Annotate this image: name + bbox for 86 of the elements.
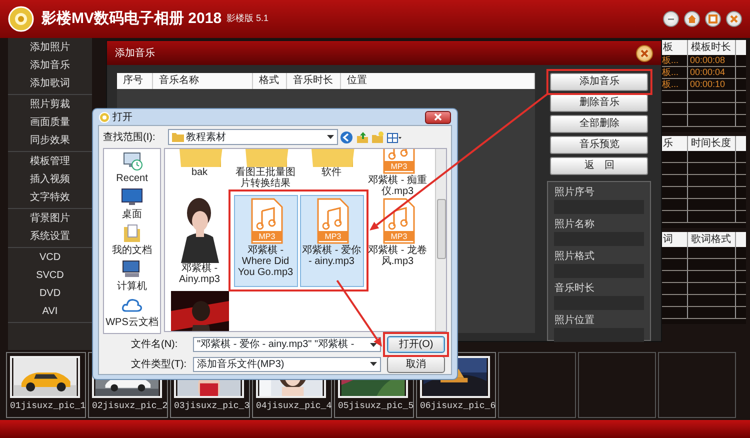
field-label: 文件类型(T): xyxy=(131,358,187,372)
app-icon xyxy=(99,112,110,122)
up-folder-icon[interactable] xyxy=(356,130,369,144)
app-title: 影楼MV数码电子相册 2018 xyxy=(42,8,222,29)
sidebar-item[interactable]: 插入视频 xyxy=(8,171,92,189)
place-item[interactable]: Recent xyxy=(104,150,160,186)
file-name-field[interactable]: "邓紫棋 - 爱你 - ainy.mp3" "邓紫棋 - xyxy=(193,337,381,352)
sidebar-item[interactable]: 模板管理 xyxy=(8,153,92,171)
table-cell: 00:00:08 xyxy=(688,55,736,66)
field-label: 文件名(N): xyxy=(131,338,179,352)
scrollbar[interactable] xyxy=(435,148,446,330)
file-item[interactable]: MP3 邓紫棋 - 龙卷风.mp3 xyxy=(366,194,430,286)
close-icon xyxy=(729,14,739,24)
file-item[interactable]: 软件 xyxy=(300,148,364,192)
column-header: 序号 xyxy=(117,73,153,89)
file-item[interactable]: bak xyxy=(168,148,232,192)
close-icon xyxy=(640,48,649,58)
dialog-title: 打开 xyxy=(112,110,132,124)
field-label: 查找范围(I): xyxy=(103,130,156,144)
column-header: 格式 xyxy=(253,73,287,89)
column-header: 时间长度 xyxy=(688,136,736,151)
place-item[interactable]: WPS云文档 xyxy=(104,294,160,330)
file-item[interactable]: 邓紫棋 - Ainy.mp3 xyxy=(168,194,232,286)
sidebar-item[interactable]: 同步效果 xyxy=(8,132,92,150)
logo-icon xyxy=(8,6,34,32)
home-button[interactable] xyxy=(684,11,700,27)
folder-icon xyxy=(172,132,184,142)
table-cell: 00:00:10 xyxy=(688,79,736,90)
close-button[interactable] xyxy=(726,11,742,27)
sidebar-item[interactable]: AVI xyxy=(8,303,92,321)
column-header: 位置 xyxy=(341,73,536,89)
thumbnail-slot[interactable] xyxy=(498,352,576,418)
file-item[interactable]: 看图王批量图片转换结果 xyxy=(234,148,298,192)
thumbnail-slot[interactable] xyxy=(658,352,736,418)
field-label: 照片位置 xyxy=(554,314,596,328)
sidebar-item[interactable]: 背景图片 xyxy=(8,210,92,228)
file-type-dropdown[interactable]: 添加音乐文件(MP3) xyxy=(193,356,381,372)
sidebar-item[interactable]: VCD xyxy=(8,249,92,267)
caret-icon xyxy=(326,135,334,139)
sidebar-item[interactable]: 画面质量 xyxy=(8,114,92,132)
sidebar-item[interactable]: 添加照片 xyxy=(8,39,92,57)
action-button[interactable]: 添加音乐 xyxy=(550,73,648,91)
field-label: 照片名称 xyxy=(554,218,596,232)
column-header: 歌词格式 xyxy=(688,232,736,247)
view-menu-icon[interactable] xyxy=(386,130,402,144)
recent-icon xyxy=(121,151,143,171)
sidebar-item[interactable]: 添加音乐 xyxy=(8,57,92,75)
edition-label: 影楼版 5.1 xyxy=(226,12,269,26)
file-item[interactable]: MP3 邓紫棋 - Where Did You Go.mp3 xyxy=(234,194,298,286)
info-field[interactable] xyxy=(554,328,644,342)
column-header: 音乐名称 xyxy=(153,73,253,89)
place-item[interactable]: 我的文档 xyxy=(104,222,160,258)
minimize-button[interactable] xyxy=(663,11,679,27)
sidebar-item[interactable]: 系统设置 xyxy=(8,228,92,246)
back-icon[interactable] xyxy=(340,130,354,144)
place-item[interactable]: 计算机 xyxy=(104,258,160,294)
close-button[interactable] xyxy=(425,110,451,124)
field-label: 照片格式 xyxy=(554,250,596,264)
action-button[interactable]: 返 回 xyxy=(550,157,648,175)
maximize-icon xyxy=(708,14,718,24)
column-header: 音乐时长 xyxy=(287,73,341,89)
thumbnail-slot[interactable] xyxy=(578,352,656,418)
file-item[interactable]: MP3 邓紫棋 - 爱你 - ainy.mp3 xyxy=(300,194,364,286)
sidebar-item[interactable]: 文字特效 xyxy=(8,189,92,207)
sidebar-item[interactable]: 照片剪裁 xyxy=(8,96,92,114)
table-cell: 00:00:04 xyxy=(688,67,736,78)
field-label: 音乐时长 xyxy=(554,282,596,296)
documents-folder-icon xyxy=(121,223,143,243)
maximize-button[interactable] xyxy=(705,11,721,27)
folder-combobox[interactable]: 教程素材 xyxy=(168,129,338,145)
desktop-icon xyxy=(121,187,143,207)
action-button[interactable]: 全部删除 xyxy=(550,115,648,133)
home-icon xyxy=(687,14,697,24)
sidebar-item[interactable]: SVCD xyxy=(8,267,92,285)
place-item[interactable]: 桌面 xyxy=(104,186,160,222)
action-button[interactable]: 删除音乐 xyxy=(550,94,648,112)
sidebar-item[interactable]: 添加歌词 xyxy=(8,75,92,93)
action-button[interactable]: 音乐预览 xyxy=(550,136,648,154)
close-button[interactable] xyxy=(636,44,653,62)
column-header: 模板时长 xyxy=(688,40,736,55)
sidebar-item[interactable]: DVD xyxy=(8,285,92,303)
caret-icon xyxy=(370,362,377,366)
dialog-title: 添加音乐 xyxy=(115,46,155,60)
close-icon xyxy=(434,113,442,121)
field-label: 照片序号 xyxy=(554,186,596,200)
open-button[interactable]: 打开(O) xyxy=(387,336,445,353)
